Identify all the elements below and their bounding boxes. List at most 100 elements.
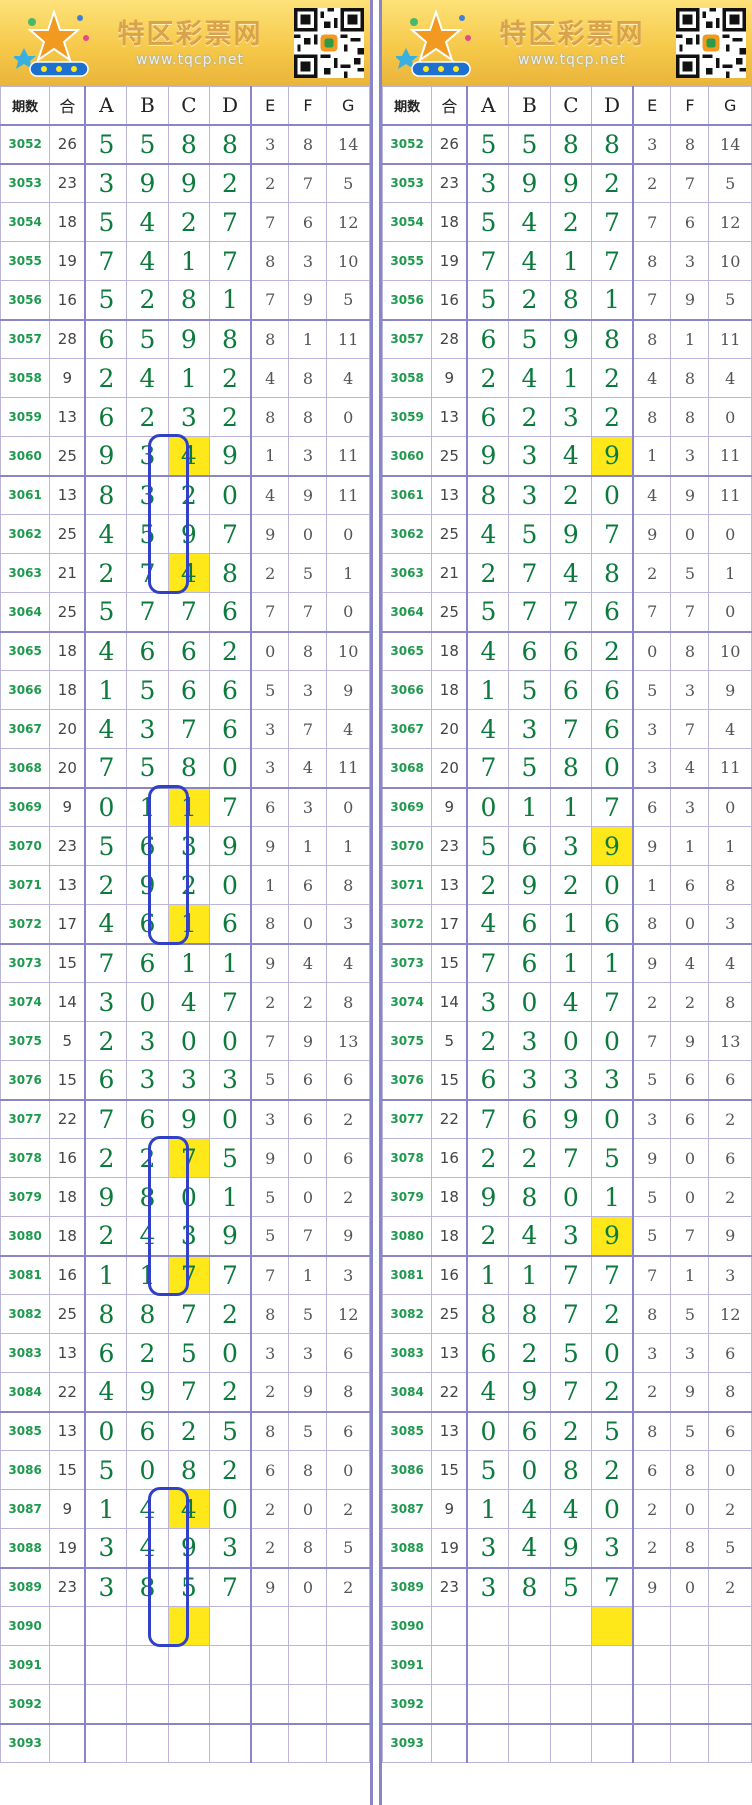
left-panel: 特区彩票网 www.tqcp.net 期数合 A B C D E F G 3052 26 5 5 8 8 3… — [0, 0, 373, 1805]
digit-cell-d: 1 — [591, 1177, 634, 1217]
period-cell: 3066 — [0, 670, 51, 710]
digit-cell-e: 7 — [632, 1254, 672, 1295]
period-cell: 3090 — [0, 1606, 51, 1646]
digit-cell-c: 0 — [549, 1177, 593, 1217]
digit-cell-a: 5 — [84, 202, 128, 242]
period-cell: 3078 — [0, 1138, 51, 1178]
sum-cell — [431, 1645, 469, 1685]
table-row: 3085 13 0 6 2 5 8 5 6 — [0, 1410, 370, 1451]
digit-cell-d: 0 — [591, 1021, 634, 1061]
header-cell: D — [591, 86, 634, 126]
digit-cell-a: 5 — [466, 826, 510, 866]
table-row: 3053 23 3 9 9 2 2 7 5 — [381, 162, 752, 203]
period-cell: 3067 — [0, 709, 51, 749]
table-row: 3087 9 1 4 4 0 2 0 2 — [381, 1489, 752, 1529]
digit-cell-a — [466, 1606, 510, 1646]
digit-cell-d: 2 — [591, 358, 634, 398]
digit-cell-g: 2 — [708, 1566, 752, 1607]
digit-cell-b: 9 — [508, 1372, 551, 1412]
table-row: 3065 18 4 6 6 2 0 8 10 — [0, 630, 370, 671]
table-row: 3075 5 2 3 0 0 7 9 13 — [0, 1021, 370, 1061]
digit-cell-e: 9 — [632, 514, 672, 554]
digit-cell-b: 6 — [126, 942, 169, 983]
digit-cell-g: 5 — [326, 162, 370, 203]
digit-cell-f: 9 — [288, 1372, 328, 1412]
digit-cell-a: 3 — [84, 1528, 128, 1568]
table-row: 3056 16 5 2 8 1 7 9 5 — [381, 280, 752, 320]
digit-cell-e: 4 — [632, 358, 672, 398]
table-row: 3068 20 7 5 8 0 3 4 11 — [0, 748, 370, 788]
sum-cell: 14 — [431, 982, 469, 1022]
digit-cell-c — [167, 1722, 211, 1763]
digit-cell-b: 4 — [126, 358, 169, 398]
header-cell: F — [288, 86, 328, 126]
digit-cell-b: 8 — [508, 1566, 551, 1607]
sum-cell: 20 — [49, 709, 87, 749]
digit-cell-d: 9 — [591, 826, 634, 866]
period-cell: 3084 — [0, 1372, 51, 1412]
digit-cell-d: 1 — [209, 280, 252, 320]
digit-cell-c — [549, 1606, 593, 1646]
digit-cell-c: 0 — [167, 1177, 211, 1217]
period-cell: 3065 — [0, 630, 51, 671]
digit-cell-e: 7 — [250, 1021, 290, 1061]
digit-cell-b: 2 — [508, 1333, 551, 1373]
digit-cell-f: 0 — [670, 1566, 710, 1607]
period-cell: 3059 — [0, 397, 51, 437]
digit-cell-g: 10 — [708, 241, 752, 281]
digit-cell-c: 6 — [549, 630, 593, 671]
digit-cell-e: 8 — [250, 241, 290, 281]
digit-cell-f: 7 — [288, 709, 328, 749]
period-cell: 3054 — [381, 202, 433, 242]
digit-cell-d: 5 — [591, 1138, 634, 1178]
sum-cell: 15 — [431, 942, 469, 983]
digit-cell-e: 2 — [632, 553, 672, 593]
digit-cell-d: 0 — [209, 1489, 252, 1529]
digit-cell-c: 1 — [549, 904, 593, 944]
period-cell: 3079 — [0, 1177, 51, 1217]
period-cell: 3089 — [0, 1566, 51, 1607]
table-row: 3085 13 0 6 2 5 8 5 6 — [381, 1410, 752, 1451]
lottery-table-right: 期数合 A B C D E F G 3052 26 5 5 8 8 3 8 14 3053 23 3 9 9 2 2 7 5 305… — [381, 86, 752, 1763]
digit-cell-c — [167, 1645, 211, 1685]
digit-cell-e: 9 — [250, 1138, 290, 1178]
period-cell: 3091 — [0, 1645, 51, 1685]
site-url[interactable]: www.tqcp.net — [100, 52, 280, 68]
digit-cell-d: 8 — [209, 553, 252, 593]
digit-cell-d: 5 — [209, 1138, 252, 1178]
digit-cell-c: 2 — [167, 865, 211, 905]
sum-cell: 20 — [431, 709, 469, 749]
digit-cell-c: 7 — [549, 1294, 593, 1334]
digit-cell-f: 0 — [288, 1489, 328, 1529]
table-row: 3060 25 9 3 4 9 1 3 11 — [0, 436, 370, 476]
digit-cell-c: 7 — [167, 1294, 211, 1334]
digit-cell-g: 9 — [326, 1216, 370, 1256]
digit-cell-g: 6 — [708, 1410, 752, 1451]
digit-cell-a: 1 — [466, 1254, 510, 1295]
digit-cell-b: 3 — [126, 709, 169, 749]
digit-cell-e: 0 — [250, 630, 290, 671]
site-url[interactable]: www.tqcp.net — [482, 52, 662, 68]
digit-cell-e: 2 — [632, 1372, 672, 1412]
sum-cell: 5 — [431, 1021, 469, 1061]
table-row: 3091 — [381, 1645, 752, 1685]
sum-cell: 23 — [49, 162, 87, 203]
digit-cell-g: 12 — [708, 202, 752, 242]
sum-cell: 16 — [431, 1254, 469, 1295]
digit-cell-g: 0 — [708, 786, 752, 827]
period-cell: 3060 — [381, 436, 433, 476]
digit-cell-c: 3 — [167, 1216, 211, 1256]
digit-cell-d: 3 — [591, 1060, 634, 1100]
sum-cell: 25 — [49, 514, 87, 554]
digit-cell-a: 3 — [466, 162, 510, 203]
digit-cell-a: 2 — [466, 553, 510, 593]
digit-cell-a: 1 — [466, 670, 510, 710]
digit-cell-f: 1 — [288, 318, 328, 359]
period-cell: 3071 — [381, 865, 433, 905]
table-row: 3091 — [0, 1645, 370, 1685]
digit-cell-c: 8 — [167, 280, 211, 320]
digit-cell-b: 4 — [508, 1216, 551, 1256]
digit-cell-e: 0 — [632, 630, 672, 671]
digit-cell-e: 3 — [250, 1098, 290, 1139]
right-panel: 特区彩票网 www.tqcp.net 期数合 A B C D E F G 3052 26 5 5 8 8 3… — [379, 0, 752, 1805]
